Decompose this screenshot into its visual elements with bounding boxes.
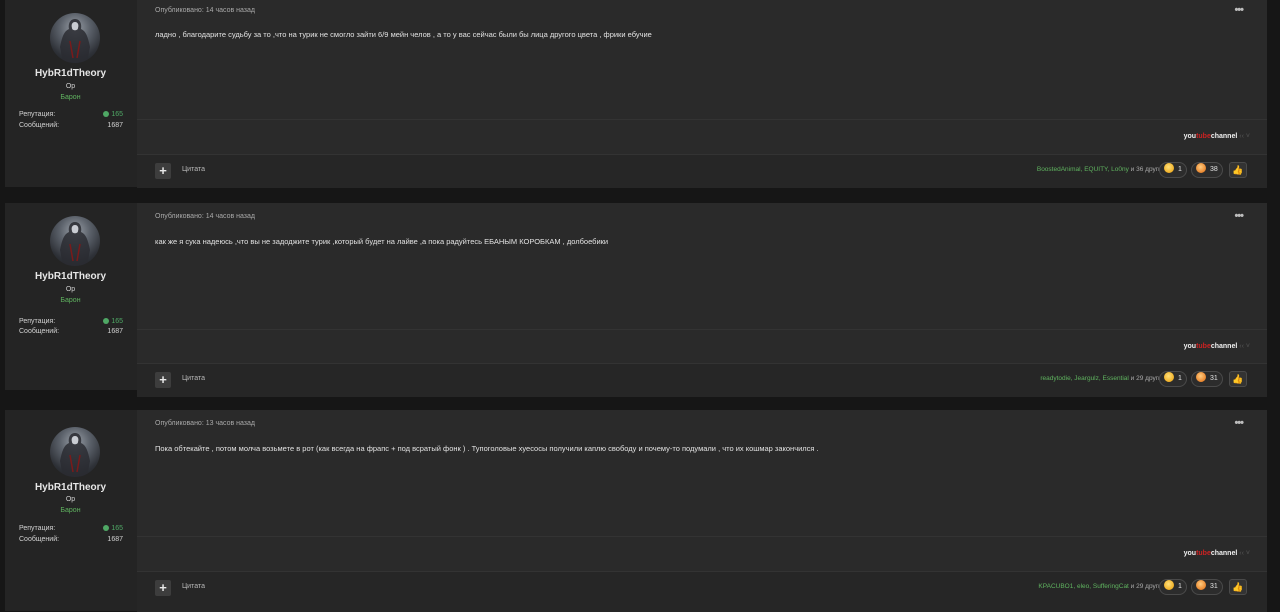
signature[interactable]: youtubechannel ‹‹ ˅ — [1184, 133, 1250, 140]
signature-toggle-icon[interactable]: ‹‹ ˅ — [1239, 550, 1250, 557]
reputation-value: 165 — [103, 318, 123, 325]
reactors-list[interactable]: KPACUBO1, eleo, SufferingCat и 29 других — [1038, 583, 1165, 590]
user-rank: Барон — [60, 94, 81, 101]
divider — [137, 536, 1267, 537]
avatar-figure-icon — [60, 19, 90, 63]
signature-toggle-icon[interactable]: ‹‹ ˅ — [1239, 343, 1250, 350]
post-footer: + Цитата KPACUBO1, eleo, SufferingCat и … — [137, 571, 1267, 612]
more-options-button[interactable]: ••• — [1234, 417, 1244, 429]
more-options-button[interactable]: ••• — [1234, 210, 1244, 222]
reputation-icon — [103, 525, 110, 531]
post-content: Опубликовано: 14 часов назад ••• ладно ,… — [137, 0, 1267, 188]
like-button[interactable]: 👍 — [1229, 371, 1247, 387]
post-content: Опубликовано: 13 часов назад ••• Пока об… — [137, 410, 1267, 612]
reactors-list[interactable]: BoostedAnimal, EQUITY, Lo0ny и 36 других — [1037, 166, 1165, 173]
user-rank: Барон — [60, 507, 81, 514]
post-content: Опубликовано: 14 часов назад ••• как же … — [137, 203, 1267, 397]
thinking-face-icon — [1164, 372, 1174, 382]
quote-button[interactable]: Цитата — [182, 166, 205, 173]
reaction-laugh[interactable]: 31 — [1191, 579, 1223, 595]
multiquote-button[interactable]: + — [155, 372, 171, 388]
avatar[interactable] — [50, 13, 100, 63]
messages-value: 1687 — [107, 328, 123, 335]
author-panel: HybR1dTheory Op Барон Репутация: 165 Соо… — [5, 0, 136, 187]
thumbs-up-icon: 👍 — [1232, 165, 1244, 175]
divider — [137, 119, 1267, 120]
reaction-thinking[interactable]: 1 — [1159, 371, 1187, 387]
reactors-list[interactable]: readytodie, Jeargulz, Essential и 29 дру… — [1040, 375, 1165, 382]
thumbs-up-icon: 👍 — [1232, 374, 1244, 384]
messages-value: 1687 — [107, 122, 123, 129]
laughing-face-icon — [1196, 580, 1206, 590]
quote-button[interactable]: Цитата — [182, 583, 205, 590]
forum-post: HybR1dTheory Op Барон Репутация: 165 Соо… — [5, 0, 1267, 188]
messages-label: Сообщений: — [19, 536, 60, 543]
avatar-figure-icon — [60, 433, 90, 477]
messages-label: Сообщений: — [19, 328, 60, 335]
thinking-face-icon — [1164, 580, 1174, 590]
more-options-button[interactable]: ••• — [1234, 4, 1244, 16]
avatar[interactable] — [50, 216, 100, 266]
quote-button[interactable]: Цитата — [182, 375, 205, 382]
messages-value: 1687 — [107, 536, 123, 543]
username[interactable]: HybR1dTheory — [5, 271, 136, 282]
reputation-label: Репутация: — [19, 525, 56, 532]
signature[interactable]: youtubechannel ‹‹ ˅ — [1184, 550, 1250, 557]
user-role: Op — [65, 496, 76, 503]
reputation-value: 165 — [103, 111, 123, 118]
author-panel: HybR1dTheory Op Барон Репутация: 165 Соо… — [5, 410, 136, 611]
reputation-value: 165 — [103, 525, 123, 532]
post-footer: + Цитата BoostedAnimal, EQUITY, Lo0ny и … — [137, 154, 1267, 188]
thinking-face-icon — [1164, 163, 1174, 173]
reputation-label: Репутация: — [19, 318, 56, 325]
avatar[interactable] — [50, 427, 100, 477]
like-button[interactable]: 👍 — [1229, 579, 1247, 595]
post-date: Опубликовано: 13 часов назад — [155, 420, 255, 427]
signature-toggle-icon[interactable]: ‹‹ ˅ — [1239, 133, 1250, 140]
reaction-laugh[interactable]: 38 — [1191, 162, 1223, 178]
post-text: как же я сука надеюсь ,что вы не задоджи… — [155, 237, 609, 246]
reputation-icon — [103, 318, 110, 324]
reaction-thinking[interactable]: 1 — [1159, 579, 1187, 595]
username[interactable]: HybR1dTheory — [5, 482, 136, 493]
laughing-face-icon — [1196, 163, 1206, 173]
post-footer: + Цитата readytodie, Jeargulz, Essential… — [137, 363, 1267, 397]
username[interactable]: HybR1dTheory — [5, 68, 136, 79]
signature[interactable]: youtubechannel ‹‹ ˅ — [1184, 343, 1250, 350]
post-date: Опубликовано: 14 часов назад — [155, 7, 255, 14]
post-date: Опубликовано: 14 часов назад — [155, 213, 255, 220]
post-text: ладно , благодарите судьбу за то ,что на… — [155, 30, 652, 39]
user-role: Op — [65, 286, 76, 293]
user-role: Op — [65, 83, 76, 90]
reputation-icon — [103, 111, 110, 117]
thumbs-up-icon: 👍 — [1232, 582, 1244, 592]
forum-post: HybR1dTheory Op Барон Репутация: 165 Соо… — [5, 203, 1267, 397]
multiquote-button[interactable]: + — [155, 163, 171, 179]
author-panel: HybR1dTheory Op Барон Репутация: 165 Соо… — [5, 203, 136, 390]
reaction-laugh[interactable]: 31 — [1191, 371, 1223, 387]
laughing-face-icon — [1196, 372, 1206, 382]
like-button[interactable]: 👍 — [1229, 162, 1247, 178]
avatar-figure-icon — [60, 222, 90, 266]
forum-post: HybR1dTheory Op Барон Репутация: 165 Соо… — [5, 410, 1267, 612]
reaction-thinking[interactable]: 1 — [1159, 162, 1187, 178]
reputation-label: Репутация: — [19, 111, 56, 118]
messages-label: Сообщений: — [19, 122, 60, 129]
divider — [137, 329, 1267, 330]
user-rank: Барон — [60, 297, 81, 304]
post-text: Пока обтекайте , потом молча возьмете в … — [155, 444, 819, 453]
multiquote-button[interactable]: + — [155, 580, 171, 596]
